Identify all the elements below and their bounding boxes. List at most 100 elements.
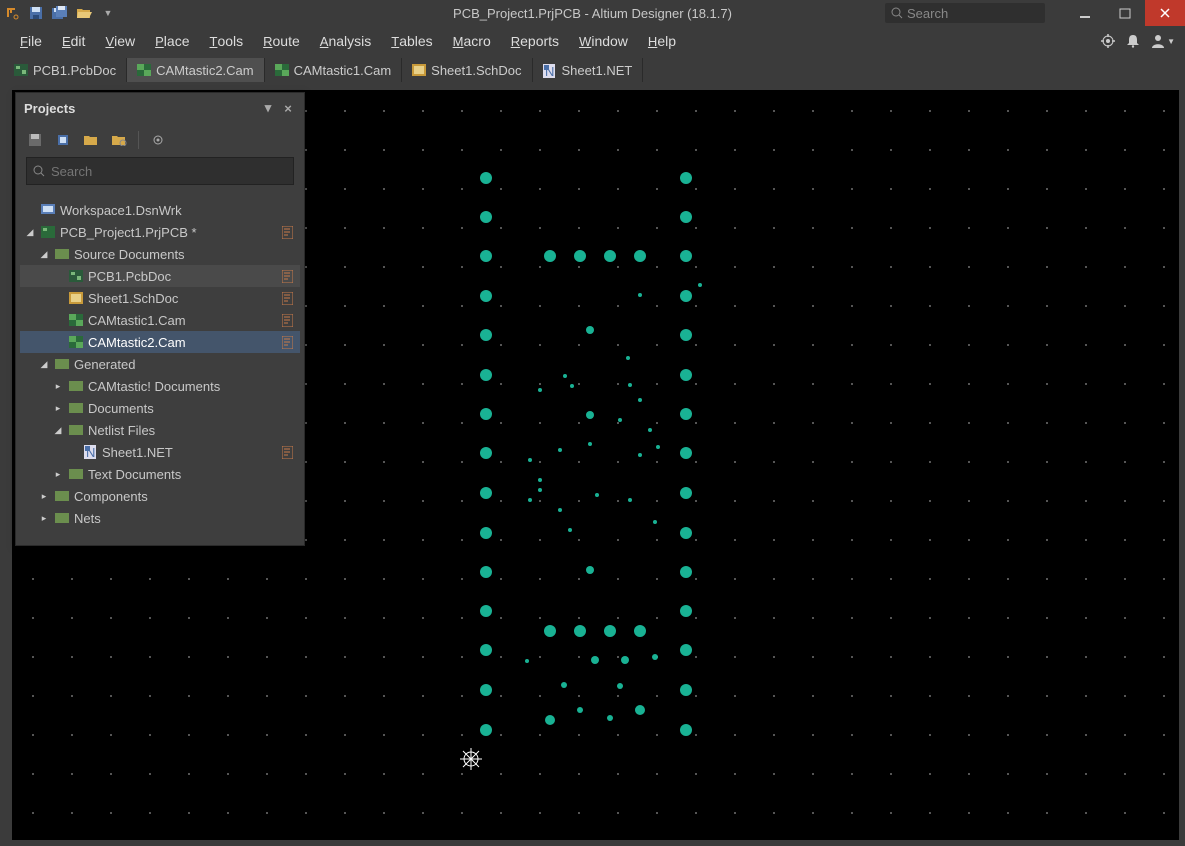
- tree-toggle-icon[interactable]: ◢: [52, 425, 64, 436]
- minimize-button[interactable]: [1065, 0, 1105, 26]
- drill-hole: [680, 290, 692, 302]
- project-icon: [40, 225, 56, 239]
- drill-hole: [698, 283, 702, 287]
- menu-edit[interactable]: Edit: [52, 29, 95, 53]
- svg-text:N: N: [86, 445, 95, 459]
- drill-hole: [634, 625, 646, 637]
- doctab-sheet1-net[interactable]: NSheet1.NET: [533, 58, 644, 82]
- drill-hole: [618, 418, 622, 422]
- drill-hole: [480, 644, 492, 656]
- menu-help[interactable]: Help: [638, 29, 686, 53]
- doctab-camtastic2-cam[interactable]: CAMtastic2.Cam: [127, 58, 265, 82]
- save-icon[interactable]: [28, 5, 44, 21]
- panel-search[interactable]: [26, 157, 294, 185]
- folder-netlist-files[interactable]: ◢Netlist Files: [20, 419, 300, 441]
- file-pcb1-pcbdoc[interactable]: PCB1.PcbDoc: [20, 265, 300, 287]
- project-node[interactable]: ◢PCB_Project1.PrjPCB *: [20, 221, 300, 243]
- save-tool-icon[interactable]: [26, 131, 44, 149]
- tree-node-label: PCB1.PcbDoc: [88, 269, 280, 284]
- drill-hole: [648, 428, 652, 432]
- menu-route[interactable]: Route: [253, 29, 310, 53]
- drill-hole: [480, 447, 492, 459]
- drill-hole: [570, 384, 574, 388]
- drill-hole: [480, 172, 492, 184]
- tree-node-label: CAMtastic1.Cam: [88, 313, 280, 328]
- workspace-node[interactable]: Workspace1.DsnWrk: [20, 199, 300, 221]
- drill-hole: [621, 656, 629, 664]
- panel-close-icon[interactable]: ×: [280, 101, 296, 116]
- dropdown-arrow-icon[interactable]: ▼: [100, 5, 116, 21]
- panel-dropdown-icon[interactable]: ▾: [260, 100, 276, 116]
- tree-node-label: Text Documents: [88, 467, 294, 482]
- user-account-icon[interactable]: ▼: [1151, 34, 1175, 48]
- tree-toggle-icon[interactable]: ▸: [52, 381, 64, 392]
- drill-hole: [538, 488, 542, 492]
- net-icon: N: [82, 445, 98, 459]
- panel-header[interactable]: Projects ▾ ×: [16, 93, 304, 123]
- menu-file[interactable]: File: [10, 29, 52, 53]
- drill-hole: [480, 684, 492, 696]
- source-docs-folder[interactable]: ◢Source Documents: [20, 243, 300, 265]
- folder-icon: [54, 357, 70, 371]
- tree-toggle-icon[interactable]: ◢: [38, 249, 50, 260]
- drill-hole: [680, 684, 692, 696]
- tree-toggle-icon[interactable]: ◢: [38, 359, 50, 370]
- doc-status-icon: [280, 335, 294, 349]
- drill-hole: [591, 656, 599, 664]
- cam-icon: [68, 313, 84, 327]
- panel-search-input[interactable]: [51, 164, 287, 179]
- settings-gear-icon[interactable]: [1101, 34, 1115, 48]
- titlebar-search[interactable]: Search: [885, 3, 1045, 23]
- menu-macro[interactable]: Macro: [443, 29, 501, 53]
- maximize-button[interactable]: [1105, 0, 1145, 26]
- tree-toggle-icon[interactable]: ▸: [38, 513, 50, 524]
- tree-toggle-icon[interactable]: ▸: [52, 469, 64, 480]
- folder-tool-icon[interactable]: [82, 131, 100, 149]
- drill-hole: [480, 527, 492, 539]
- menu-reports[interactable]: Reports: [501, 29, 569, 53]
- close-button[interactable]: [1145, 0, 1185, 26]
- file-sheet1-net[interactable]: NSheet1.NET: [20, 441, 300, 463]
- doctab-sheet1-schdoc[interactable]: Sheet1.SchDoc: [402, 58, 532, 82]
- workspace-icon: [40, 203, 56, 217]
- tree-toggle-icon[interactable]: ◢: [24, 227, 36, 238]
- menu-tables[interactable]: Tables: [381, 29, 442, 53]
- drill-hole: [558, 448, 562, 452]
- folder-camtastic-documents[interactable]: ▸CAMtastic! Documents: [20, 375, 300, 397]
- open-folder-icon[interactable]: [76, 5, 92, 21]
- menu-window[interactable]: Window: [569, 29, 638, 53]
- compile-tool-icon[interactable]: [54, 131, 72, 149]
- doctab-camtastic1-cam[interactable]: CAMtastic1.Cam: [265, 58, 403, 82]
- tree-toggle-icon[interactable]: ▸: [38, 491, 50, 502]
- save-all-icon[interactable]: [52, 5, 68, 21]
- drill-hole: [480, 290, 492, 302]
- file-sheet1-schdoc[interactable]: Sheet1.SchDoc: [20, 287, 300, 309]
- generated-folder[interactable]: ◢Generated: [20, 353, 300, 375]
- project-tree: Workspace1.DsnWrk◢PCB_Project1.PrjPCB *◢…: [16, 195, 304, 545]
- menu-analysis[interactable]: Analysis: [310, 29, 381, 53]
- drill-hole: [480, 250, 492, 262]
- file-camtastic1-cam[interactable]: CAMtastic1.Cam: [20, 309, 300, 331]
- panel-toolbar: [16, 123, 304, 157]
- notify-bell-icon[interactable]: [1127, 34, 1139, 48]
- nets-folder[interactable]: ▸Nets: [20, 507, 300, 529]
- doctab-pcb1-pcbdoc[interactable]: PCB1.PcbDoc: [4, 58, 127, 82]
- menu-tools[interactable]: Tools: [199, 29, 253, 53]
- drill-hole: [638, 453, 642, 457]
- doctab-label: CAMtastic1.Cam: [294, 63, 392, 78]
- options-gear-icon[interactable]: [149, 131, 167, 149]
- file-camtastic2-cam[interactable]: CAMtastic2.Cam: [20, 331, 300, 353]
- menu-view[interactable]: View: [95, 29, 145, 53]
- menu-place[interactable]: Place: [145, 29, 199, 53]
- folder-text-documents[interactable]: ▸ Text Documents: [20, 463, 300, 485]
- doc-status-icon: [280, 313, 294, 327]
- folder-find-tool-icon[interactable]: [110, 131, 128, 149]
- components-folder[interactable]: ▸Components: [20, 485, 300, 507]
- drill-hole: [656, 445, 660, 449]
- drill-hole: [634, 250, 646, 262]
- toolbar-separator: [138, 131, 139, 149]
- tree-toggle-icon[interactable]: ▸: [52, 403, 64, 414]
- drill-hole: [480, 369, 492, 381]
- folder-icon: [54, 489, 70, 503]
- folder-documents[interactable]: ▸Documents: [20, 397, 300, 419]
